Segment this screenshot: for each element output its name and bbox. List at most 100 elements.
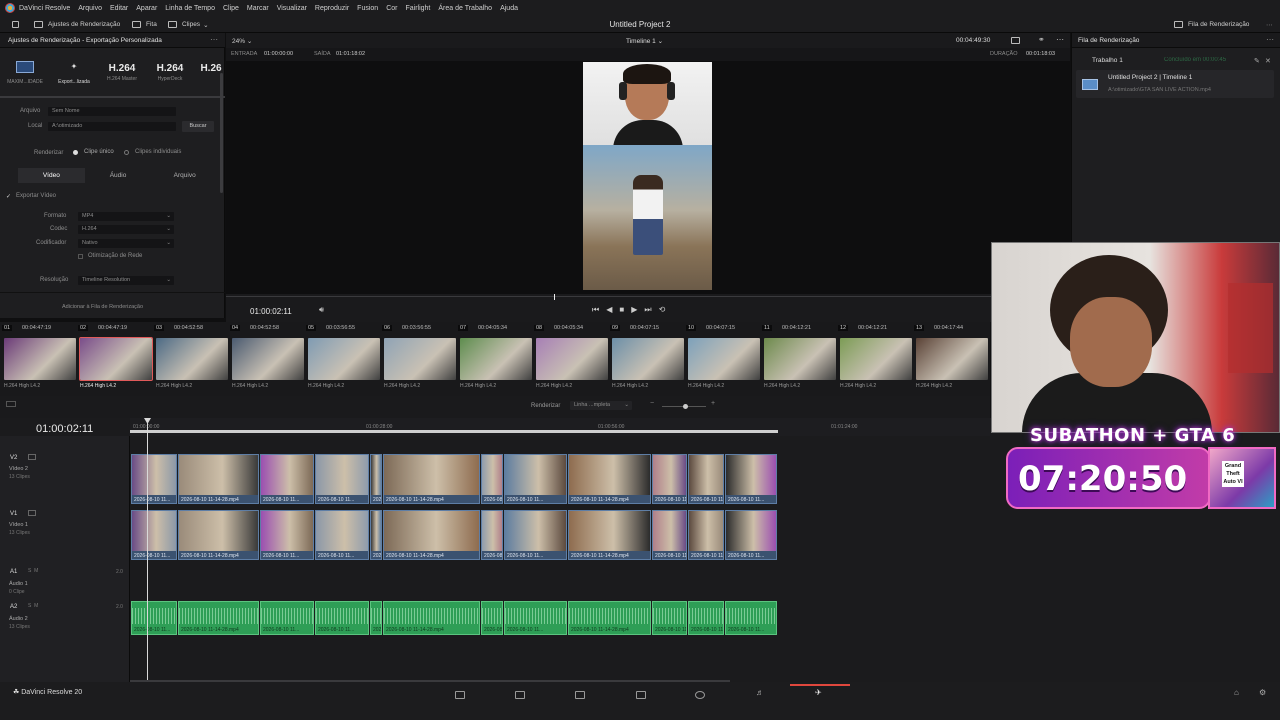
individual-clips-radio[interactable] — [124, 150, 129, 155]
more-options-icon[interactable]: ⋯ — [1056, 35, 1064, 44]
zoom-slider-handle[interactable] — [683, 404, 688, 409]
a2-clip[interactable]: 2026-08-10 11... — [725, 601, 777, 635]
clip-thumbnail[interactable] — [232, 338, 304, 380]
a2-clip[interactable]: 2026-08-10 11-14-28.mp4 — [383, 601, 480, 635]
edit-page-icon[interactable] — [575, 691, 585, 699]
format-select[interactable]: MP4 ⌄ — [78, 212, 174, 221]
panel-scrollbar[interactable] — [220, 73, 223, 193]
menu-aparar[interactable]: Aparar — [136, 5, 157, 12]
play-reverse-icon[interactable]: ◀︎ — [606, 305, 619, 314]
sidebar-toggle-icon[interactable] — [12, 16, 24, 33]
menu-app[interactable]: DaVinci Resolve — [19, 5, 70, 12]
menu-reproduzir[interactable]: Reproduzir — [315, 5, 349, 12]
a2-clip[interactable]: 2026-08-10 11-14-28.mp4 — [568, 601, 651, 635]
clip-thumbnail[interactable] — [308, 338, 380, 380]
go-to-end-icon[interactable]: ⏭︎ — [644, 305, 658, 314]
timeline-ruler[interactable] — [130, 418, 990, 436]
filename-field[interactable]: Sem Nome — [48, 107, 176, 116]
track-v1-monitor-icon[interactable] — [28, 510, 36, 516]
v2-clip[interactable]: 2026-08-10 11... — [652, 454, 687, 504]
zoom-in-icon[interactable]: + — [711, 400, 715, 407]
cut-page-icon[interactable] — [515, 691, 525, 699]
clip-thumbnail[interactable] — [536, 338, 608, 380]
a2-clip[interactable]: 2026-08-10 11... — [131, 601, 177, 635]
v1-clip[interactable]: 2026-08-10 11... — [652, 510, 687, 560]
v1-clip[interactable]: 2026-08-10 11... — [131, 510, 177, 560]
menu-fairlight[interactable]: Fairlight — [405, 5, 430, 12]
export-video-checkbox[interactable]: ✓ — [6, 193, 11, 200]
track-v2-monitor-icon[interactable] — [28, 454, 36, 460]
preset-h264-master[interactable]: H.264 H.264 Master — [100, 55, 144, 91]
menu-area-de-trabalho[interactable]: Área de Trabalho — [438, 5, 492, 12]
a2-clip[interactable]: 2026-08-10 11-14-28.mp4 — [178, 601, 259, 635]
codec-select[interactable]: H.264 ⌄ — [78, 225, 174, 234]
preset-scrollbar[interactable] — [0, 96, 225, 98]
media-page-icon[interactable] — [455, 691, 465, 699]
render-mode-select[interactable]: Linha ...mpleta ⌄ — [570, 401, 632, 410]
link-icon[interactable]: ⚭ — [1038, 35, 1045, 44]
clip-thumbnail[interactable] — [79, 337, 153, 381]
menu-cor[interactable]: Cor — [386, 5, 397, 12]
playhead-marker[interactable] — [554, 294, 555, 300]
render-settings-button[interactable]: Ajustes de Renderização — [34, 16, 120, 33]
v1-clip[interactable]: 2026-08-10 11... — [315, 510, 369, 560]
a2-clip[interactable]: 2026-08-10 11... — [315, 601, 369, 635]
clips-button[interactable]: Clipes ⌄ — [168, 16, 209, 33]
v2-clip[interactable]: 2026-08-10 11... — [688, 454, 724, 504]
resolution-select[interactable]: Timeline Resolution ⌄ — [78, 276, 174, 285]
timeline-view-icon[interactable] — [6, 401, 16, 407]
v2-clip[interactable]: 2026-08-10 11... — [315, 454, 369, 504]
track-a1-mute-solo[interactable]: S M — [28, 568, 38, 574]
clip-thumbnail[interactable] — [460, 338, 532, 380]
menu-clipe[interactable]: Clipe — [223, 5, 239, 12]
menu-fusion[interactable]: Fusion — [357, 5, 378, 12]
v2-clip[interactable]: 2026-08-10 11-14-28.mp4 — [568, 454, 651, 504]
encoder-select[interactable]: Nativo ⌄ — [78, 239, 174, 248]
clip-thumbnail[interactable] — [916, 338, 988, 380]
track-a2-mute-solo[interactable]: S M — [28, 603, 38, 609]
browse-button[interactable]: Buscar — [182, 121, 214, 132]
play-icon[interactable]: ▶︎ — [631, 305, 644, 314]
go-to-start-icon[interactable]: ⏮︎ — [592, 305, 606, 314]
network-opt-checkbox[interactable] — [78, 254, 83, 259]
tab-file[interactable]: Arquivo — [151, 168, 218, 183]
v2-clip[interactable]: 2026-08-10 11... — [504, 454, 567, 504]
zoom-level[interactable]: 24% ⌄ — [232, 37, 252, 45]
a2-clip[interactable]: 2026-08-10 11... — [481, 601, 503, 635]
v1-clip[interactable]: 2026-08-10 11... — [260, 510, 314, 560]
v2-clip[interactable]: 2026-08-10 11... — [260, 454, 314, 504]
stop-icon[interactable]: ■ — [619, 305, 631, 314]
more-options-icon[interactable]: ⋯ — [1266, 16, 1273, 33]
clip-thumbnail[interactable] — [764, 338, 836, 380]
clip-thumbnail[interactable] — [4, 338, 76, 380]
v1-clip[interactable]: 2026-08-10 11... — [370, 510, 382, 560]
v1-clip[interactable]: 2026-08-10 11... — [504, 510, 567, 560]
panel-menu-icon[interactable]: ⋯ — [210, 35, 218, 44]
preset-maximum-quality[interactable]: MAXIM...IDADE — [4, 55, 46, 91]
a2-clip[interactable]: 2026-08-10 11... — [652, 601, 687, 635]
location-field[interactable]: A:\otimizado — [48, 122, 176, 131]
close-icon[interactable]: ✕ — [1265, 57, 1271, 65]
clip-thumbnail[interactable] — [612, 338, 684, 380]
menu-linha-de-tempo[interactable]: Linha de Tempo — [165, 5, 215, 12]
settings-gear-icon[interactable]: ⚙︎ — [1259, 688, 1266, 697]
menu-visualizar[interactable]: Visualizar — [277, 5, 307, 12]
preset-custom-export[interactable]: ✦ Export...lizada — [52, 55, 96, 91]
a2-clip[interactable]: 2026-08-10 11... — [688, 601, 724, 635]
tape-button[interactable]: Fita — [132, 16, 157, 33]
zoom-out-icon[interactable]: − — [650, 400, 654, 407]
a2-clip[interactable]: 2026-08-10 11... — [370, 601, 382, 635]
a2-clip[interactable]: 2026-08-10 11... — [260, 601, 314, 635]
a2-clip[interactable]: 2026-08-10 11... — [504, 601, 567, 635]
v1-clip[interactable]: 2026-08-10 11-14-28.mp4 — [383, 510, 480, 560]
v2-clip[interactable]: 2026-08-10 11... — [481, 454, 503, 504]
render-job[interactable]: Trabalho 1 Concluído em 00:00:45 ✎ ✕ Unt… — [1076, 57, 1274, 98]
viewer-mode-icon[interactable] — [1011, 37, 1020, 44]
scrub-bar[interactable] — [226, 296, 1070, 297]
preset-hyperdeck[interactable]: H.264 HyperDeck — [148, 55, 192, 91]
v2-clip[interactable]: 2026-08-10 11... — [370, 454, 382, 504]
menu-ajuda[interactable]: Ajuda — [500, 5, 518, 12]
clip-thumbnail[interactable] — [156, 338, 228, 380]
clip-thumbnail[interactable] — [384, 338, 456, 380]
color-page-icon[interactable] — [695, 691, 705, 699]
